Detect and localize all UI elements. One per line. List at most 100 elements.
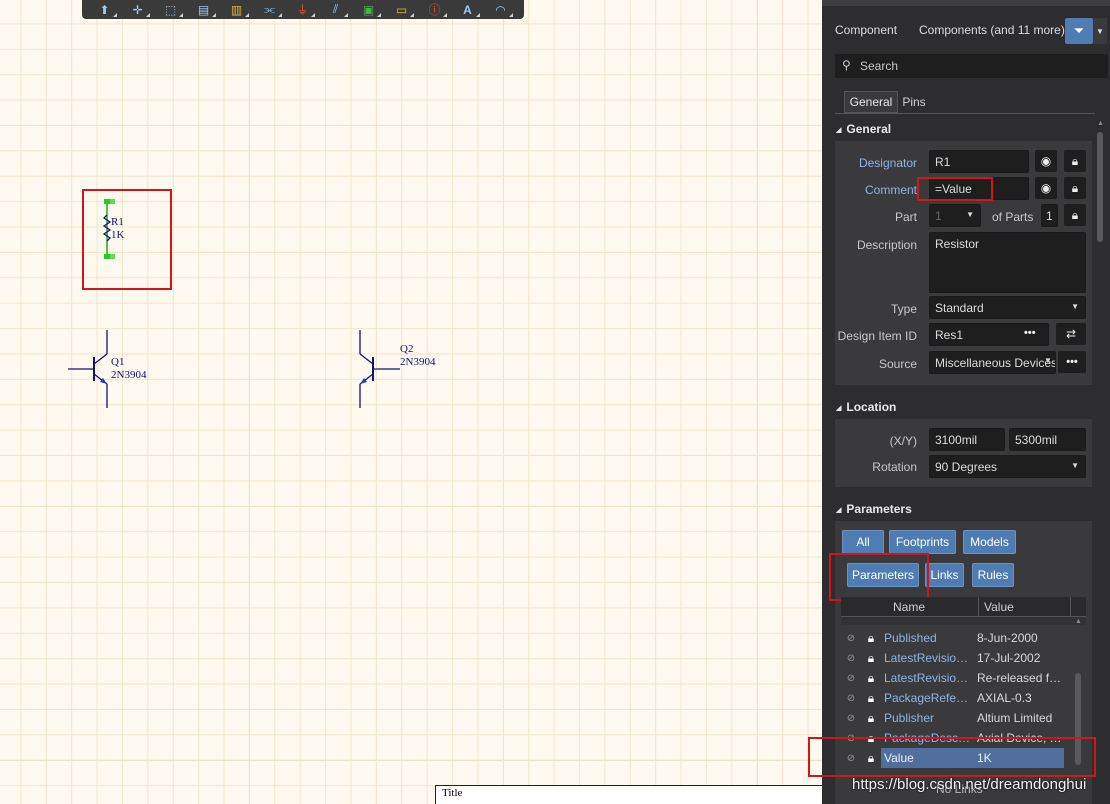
move-icon[interactable]: ⬆ bbox=[92, 2, 117, 18]
r1-highlight-box bbox=[82, 189, 172, 290]
type-select[interactable]: Standard bbox=[929, 296, 1086, 319]
comment-highlight-box bbox=[917, 177, 993, 201]
hidden-eye-icon[interactable]: ⊘ bbox=[841, 673, 861, 684]
q2-designator: Q2 bbox=[400, 343, 414, 355]
source-more-icon[interactable]: ••• bbox=[1058, 351, 1086, 373]
col-divider bbox=[978, 597, 979, 617]
lock-icon[interactable]: 🔒︎ bbox=[861, 631, 881, 646]
value-row-highlight-box bbox=[808, 737, 1096, 777]
tab-pins-label: Pins bbox=[902, 95, 926, 109]
filter-footprints-button[interactable]: Footprints bbox=[889, 530, 956, 554]
active-bar-toolbar: ⬆ ✛ ⬚ ▤ ▥ ⫘ ⏚ ⫽ ▣ ▭ ⓘ A ◠ bbox=[82, 0, 524, 19]
table-row[interactable]: ⊘ 🔒︎ Publisher Altium Limited bbox=[841, 708, 1072, 728]
table-row[interactable]: ⊘🔒︎ PackageReferenceAXIAL-0.3 bbox=[841, 688, 1072, 708]
table-row[interactable]: ⊘🔒︎ LatestRevisionDate17-Jul-2002 bbox=[841, 648, 1072, 668]
comment-lock-icon[interactable]: 🔒︎ bbox=[1064, 177, 1086, 199]
parameters-filter-highlight-box bbox=[829, 553, 929, 601]
lock-icon[interactable]: 🔒︎ bbox=[861, 651, 881, 666]
ground-icon[interactable]: ⏚ bbox=[290, 2, 315, 18]
designator-field[interactable]: R1 bbox=[929, 150, 1029, 173]
part-lock-icon[interactable]: 🔒︎ bbox=[1064, 204, 1086, 226]
col-divider-end bbox=[1070, 597, 1071, 617]
params-table-gap bbox=[841, 617, 1086, 625]
location-section-header[interactable]: Location bbox=[836, 400, 896, 414]
tab-general[interactable]: General bbox=[844, 91, 898, 113]
hidden-eye-icon[interactable]: ⊘ bbox=[841, 653, 861, 664]
arc-icon[interactable]: ◠ bbox=[488, 2, 513, 18]
scroll-thumb[interactable] bbox=[1097, 132, 1103, 242]
source-dropdown-icon[interactable]: ▼ bbox=[1044, 356, 1052, 365]
designator-visibility-eye-icon[interactable]: ◉ bbox=[1035, 150, 1057, 172]
param-name: LatestRevisionDate bbox=[884, 651, 972, 665]
scroll-up-icon[interactable]: ▲ bbox=[1097, 120, 1104, 127]
param-value[interactable]: AXIAL-0.3 bbox=[972, 691, 1064, 705]
xy-label: (X/Y) bbox=[889, 434, 917, 448]
part-label: Part bbox=[894, 210, 917, 224]
part-select[interactable]: 1 bbox=[929, 204, 981, 227]
table-row[interactable]: ⊘ 🔒︎ Published 8-Jun-2000 bbox=[841, 628, 1072, 648]
general-section-header[interactable]: General bbox=[836, 122, 891, 136]
designator-icon[interactable]: ▭ bbox=[389, 2, 414, 18]
param-value[interactable]: 17-Jul-2002 bbox=[972, 651, 1064, 665]
header-component-label: Component bbox=[835, 23, 898, 37]
align-icon[interactable]: ▤ bbox=[191, 2, 216, 18]
y-field[interactable]: 5300mil bbox=[1009, 428, 1086, 451]
header-filter-text: Components (and 11 more) bbox=[919, 23, 1065, 37]
parameters-section-header[interactable]: Parameters bbox=[836, 502, 912, 516]
filter-links-button[interactable]: Links bbox=[925, 563, 964, 587]
lock-icon[interactable]: 🔒︎ bbox=[861, 691, 881, 706]
lock-icon[interactable]: 🔒︎ bbox=[861, 711, 881, 726]
bus-icon[interactable]: ⫽ bbox=[323, 2, 348, 18]
q2-value: 2N3904 bbox=[400, 356, 436, 368]
hidden-eye-icon[interactable]: ⊘ bbox=[841, 713, 861, 724]
description-field[interactable]: Resistor bbox=[929, 232, 1086, 293]
designator-lock-icon[interactable]: 🔒︎ bbox=[1064, 150, 1086, 172]
schematic-canvas[interactable]: ⬆ ✛ ⬚ ▤ ▥ ⫘ ⏚ ⫽ ▣ ▭ ⓘ A ◠ R1 1K Q1 2N390… bbox=[0, 0, 822, 804]
filter-models-button[interactable]: Models bbox=[963, 530, 1016, 554]
parameters-section-title: Parameters bbox=[846, 502, 912, 516]
param-name: Publisher bbox=[884, 711, 935, 725]
filter-funnel-icon[interactable]: ⏷ bbox=[1065, 18, 1093, 44]
x-field[interactable]: 3100mil bbox=[929, 428, 1005, 451]
param-name: LatestRevisionNote bbox=[884, 671, 972, 685]
param-value[interactable]: 8-Jun-2000 bbox=[972, 631, 1064, 645]
search-input[interactable]: Search bbox=[860, 59, 898, 73]
rotation-select[interactable]: 90 Degrees bbox=[929, 455, 1086, 478]
of-parts-label: of Parts bbox=[992, 210, 1034, 224]
source-field[interactable]: Miscellaneous Devices bbox=[929, 351, 1056, 374]
transistor-q2-symbol[interactable] bbox=[352, 328, 402, 410]
params-table-header: Name Value bbox=[841, 597, 1086, 617]
select-rect-icon[interactable]: ⬚ bbox=[158, 2, 183, 18]
filter-all-button[interactable]: All bbox=[842, 530, 884, 554]
q1-designator: Q1 bbox=[111, 356, 125, 368]
sheet-symbol-icon[interactable]: ▣ bbox=[356, 2, 381, 18]
tab-pins[interactable]: Pins bbox=[898, 91, 930, 113]
param-value[interactable]: Altium Limited bbox=[972, 711, 1064, 725]
search-box[interactable]: ⚲ Search bbox=[835, 54, 1108, 78]
source-label: Source bbox=[878, 357, 917, 371]
hidden-eye-icon[interactable]: ⊘ bbox=[841, 693, 861, 704]
col-name-header[interactable]: Name bbox=[893, 600, 925, 614]
design-item-id-label: Design Item ID bbox=[837, 329, 917, 343]
component-icon[interactable]: ▥ bbox=[224, 2, 249, 18]
design-item-more-icon[interactable]: ••• bbox=[1024, 327, 1036, 339]
panel-scrollbar[interactable]: ▲ bbox=[1096, 120, 1104, 804]
designator-label: Designator bbox=[858, 156, 917, 170]
lock-icon[interactable]: 🔒︎ bbox=[861, 671, 881, 686]
hidden-eye-icon[interactable]: ⊘ bbox=[841, 633, 861, 644]
col-value-header[interactable]: Value bbox=[984, 600, 1014, 614]
table-row[interactable]: ⊘🔒︎ LatestRevisionNoteRe-released for DX… bbox=[841, 668, 1072, 688]
filter-dropdown-icon[interactable]: ▼ bbox=[1093, 18, 1107, 44]
text-icon[interactable]: A bbox=[455, 2, 480, 18]
directive-icon[interactable]: ⓘ bbox=[422, 2, 447, 18]
comment-visibility-eye-icon[interactable]: ◉ bbox=[1035, 177, 1057, 199]
title-block: Title bbox=[435, 785, 822, 804]
params-scroll-up-icon[interactable]: ▲ bbox=[1075, 618, 1082, 625]
cross-probe-icon[interactable]: ✛ bbox=[125, 2, 150, 18]
location-section-title: Location bbox=[846, 400, 897, 414]
param-value[interactable]: Re-released for DXP Platform. bbox=[972, 671, 1064, 685]
tab-divider bbox=[835, 113, 1095, 114]
swap-arrows-icon[interactable]: ⇄ bbox=[1056, 323, 1086, 345]
filter-rules-button[interactable]: Rules bbox=[972, 563, 1014, 587]
wire-icon[interactable]: ⫘ bbox=[257, 2, 282, 18]
